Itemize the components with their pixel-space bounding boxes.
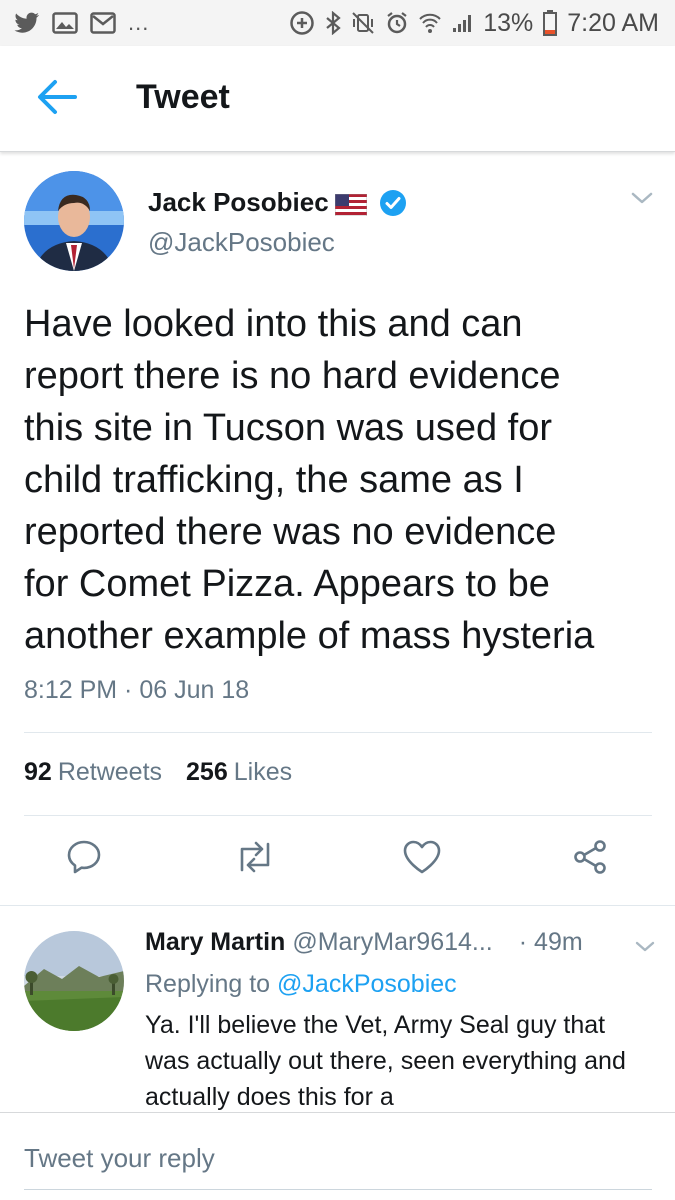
wifi-icon bbox=[419, 12, 441, 34]
reply-button[interactable] bbox=[60, 835, 108, 883]
reply-text: Ya. I'll believe the Vet, Army Seal guy … bbox=[145, 1011, 626, 1111]
retweet-button[interactable] bbox=[231, 835, 279, 883]
status-right-icons: 13% 7:20 AM bbox=[289, 9, 659, 38]
reply-icon bbox=[65, 838, 103, 881]
retweets-stat[interactable]: 92 Retweets bbox=[24, 758, 162, 787]
reply-author-handle[interactable]: @MaryMar9614... bbox=[292, 928, 492, 957]
tweet-actions bbox=[0, 835, 675, 887]
heart-icon bbox=[402, 839, 442, 880]
likes-stat[interactable]: 256 Likes bbox=[186, 758, 292, 787]
likes-count: 256 bbox=[186, 758, 228, 786]
reply-options-chevron-down-icon[interactable] bbox=[634, 938, 656, 956]
bluetooth-icon bbox=[325, 11, 341, 35]
author-handle[interactable]: @JackPosobiec bbox=[148, 227, 335, 258]
like-button[interactable] bbox=[398, 835, 446, 883]
replying-to: Replying to @JackPosobiec bbox=[145, 970, 457, 999]
verified-badge-icon bbox=[379, 189, 407, 217]
twitter-icon bbox=[14, 12, 40, 34]
reply-time: · 49m bbox=[518, 928, 583, 956]
battery-icon bbox=[543, 10, 558, 36]
gallery-icon bbox=[52, 12, 78, 34]
retweets-count: 92 bbox=[24, 758, 52, 786]
signal-icon bbox=[451, 12, 473, 34]
likes-label: Likes bbox=[233, 758, 293, 786]
reply-author-avatar[interactable] bbox=[24, 931, 124, 1031]
page-title: Tweet bbox=[136, 78, 230, 116]
share-icon bbox=[571, 838, 609, 881]
tweet-options-chevron-down-icon[interactable] bbox=[630, 188, 654, 208]
retweet-icon bbox=[234, 840, 276, 879]
back-arrow-icon bbox=[37, 79, 77, 120]
tweet-text: Have looked into this and can report the… bbox=[24, 303, 595, 657]
reply-input[interactable] bbox=[24, 1143, 652, 1174]
battery-percent: 13% bbox=[483, 8, 534, 37]
app-header: Tweet bbox=[0, 46, 675, 152]
vibrate-mute-icon bbox=[351, 11, 375, 35]
back-button[interactable] bbox=[36, 79, 78, 120]
status-left-icons: ... bbox=[14, 10, 149, 36]
status-bar: ... 13% 7:20 AM bbox=[0, 0, 675, 46]
divider bbox=[24, 732, 652, 733]
composer-underline bbox=[24, 1189, 652, 1190]
more-dots-icon: ... bbox=[128, 10, 150, 35]
share-button[interactable] bbox=[566, 835, 614, 883]
replying-to-link[interactable]: @JackPosobiec bbox=[277, 970, 457, 998]
reply-composer bbox=[0, 1112, 675, 1200]
divider bbox=[24, 815, 652, 816]
data-saver-icon bbox=[289, 10, 315, 36]
status-time: 7:20 AM bbox=[567, 8, 659, 37]
author-name-row: Jack Posobiec bbox=[148, 187, 407, 218]
mail-icon bbox=[90, 12, 116, 34]
section-divider bbox=[0, 905, 675, 906]
reply-header: Mary Martin @MaryMar9614... · 49m bbox=[145, 928, 583, 957]
author-name[interactable]: Jack Posobiec bbox=[148, 187, 329, 218]
alarm-icon bbox=[385, 11, 409, 35]
us-flag-icon bbox=[334, 192, 367, 216]
tweet-timestamp[interactable]: 8:12 PM · 06 Jun 18 bbox=[24, 676, 249, 705]
author-avatar[interactable] bbox=[24, 171, 124, 271]
replying-prefix: Replying to bbox=[145, 970, 271, 998]
tweet-stats: 92 Retweets 256 Likes bbox=[24, 758, 292, 787]
reply-author-name[interactable]: Mary Martin bbox=[145, 928, 285, 957]
retweets-label: Retweets bbox=[57, 758, 163, 786]
